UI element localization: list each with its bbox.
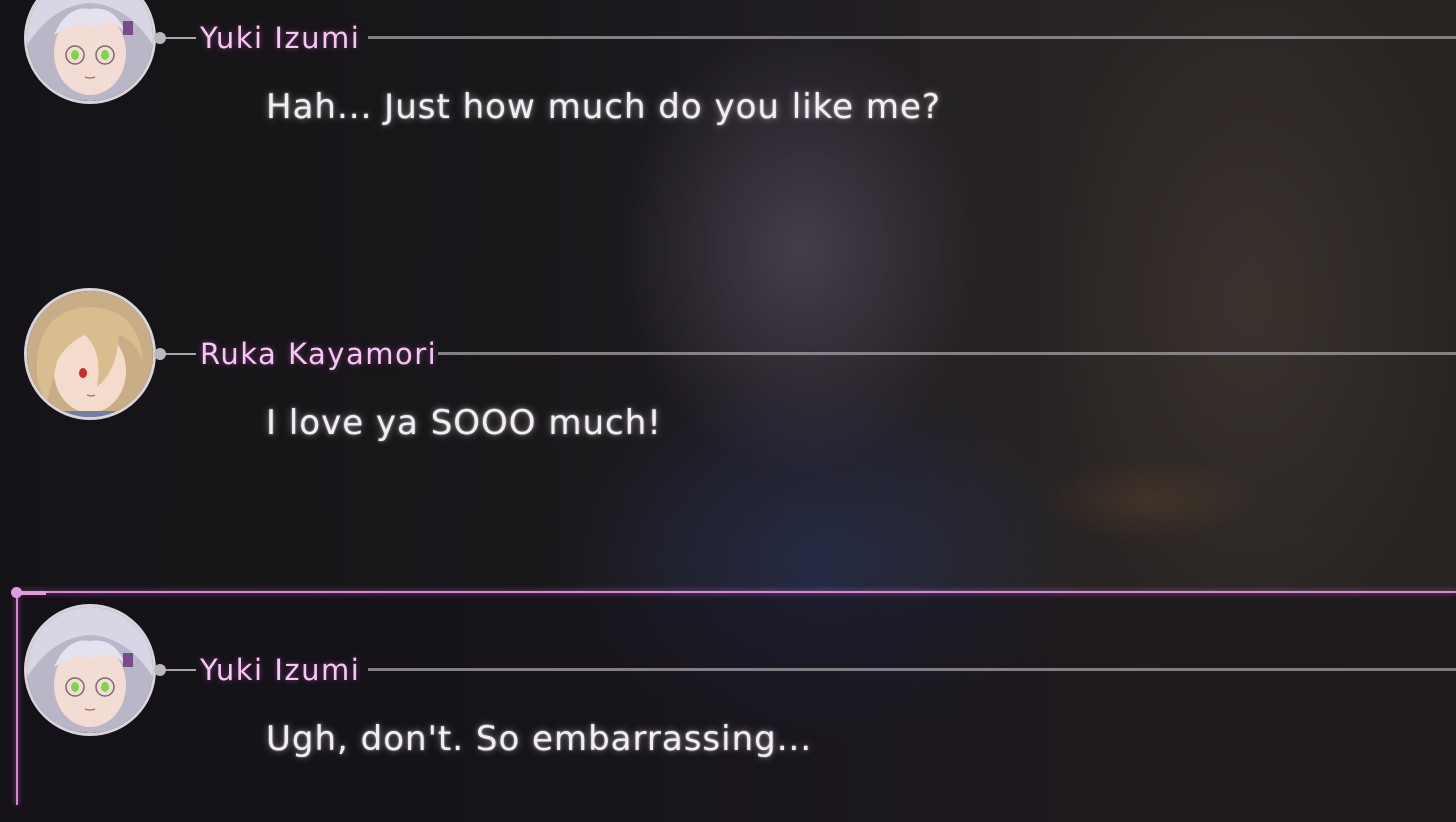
speaker-name: Yuki Izumi [200, 653, 361, 687]
name-rule-line [438, 352, 1456, 355]
name-connector-dot [154, 348, 166, 360]
selection-frame-corner-dot [11, 587, 22, 598]
backlog-entry[interactable]: Yuki Izumi Hah... Just how much do you l… [0, 0, 1456, 202]
dialogue-text: Hah... Just how much do you like me? [266, 87, 941, 127]
speaker-name: Ruka Kayamori [200, 337, 438, 371]
name-rule-line [368, 36, 1456, 39]
backlog-entry-selected[interactable]: Yuki Izumi Ugh, don't. So embarrassing..… [0, 604, 1456, 822]
name-connector-dot [154, 32, 166, 44]
dialogue-text: Ugh, don't. So embarrassing... [266, 719, 813, 759]
selection-frame-left [16, 591, 18, 805]
ruka-avatar[interactable] [24, 288, 156, 420]
selection-frame-top [16, 591, 1456, 593]
name-connector-dot [154, 664, 166, 676]
name-rule-line [368, 668, 1456, 671]
yuki-avatar[interactable] [24, 0, 156, 104]
backlog-entry[interactable]: Ruka Kayamori I love ya SOOO much! [0, 288, 1456, 518]
yuki-avatar[interactable] [24, 604, 156, 736]
dialogue-text: I love ya SOOO much! [266, 403, 662, 443]
speaker-name: Yuki Izumi [200, 21, 361, 55]
backlog-screen: Yuki Izumi Hah... Just how much do you l… [0, 0, 1456, 822]
